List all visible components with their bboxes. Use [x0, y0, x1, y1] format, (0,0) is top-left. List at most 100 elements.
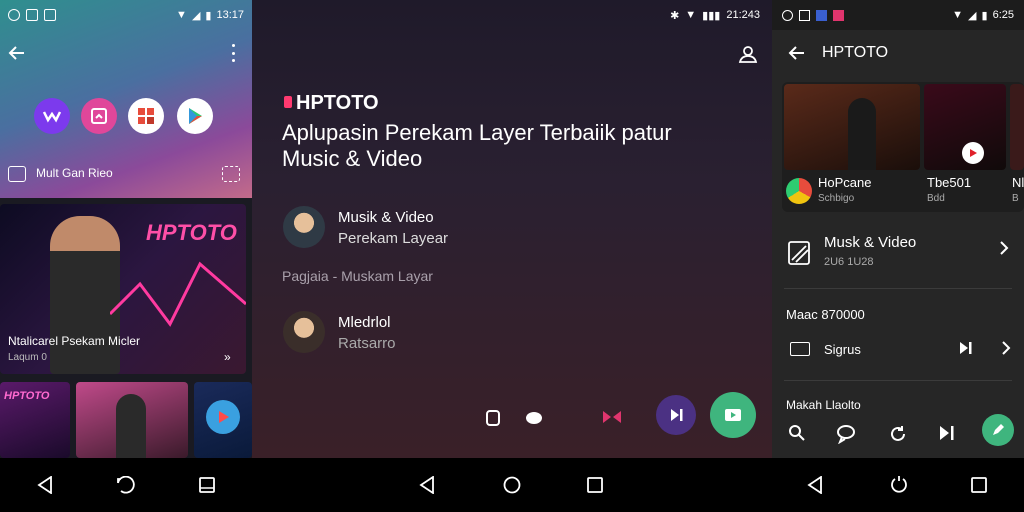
- status-time: 21:243: [726, 9, 760, 21]
- hero-video-card[interactable]: HPTOTO Ntalicarel Psekam Micler Laqum 0 …: [0, 204, 246, 374]
- nav-back-button[interactable]: [800, 470, 830, 500]
- carousel-card[interactable]: [924, 84, 1006, 170]
- status-bar: ▼ ◢ ▮ 6:25: [772, 0, 1024, 30]
- nav-home-button[interactable]: [884, 470, 914, 500]
- row1-sub: 2U6 1U28: [824, 256, 874, 268]
- card1-sub: Schbigo: [818, 193, 855, 204]
- record-fab-button[interactable]: [710, 392, 756, 438]
- brand-title: HPTOTO: [296, 92, 379, 114]
- app-shortcut-grid[interactable]: [128, 98, 164, 134]
- wifi-icon: ▼: [952, 9, 964, 21]
- battery-icon: ▮▮▮: [702, 9, 721, 22]
- page-title: HPTOTO: [822, 44, 889, 61]
- battery-icon: ▮: [205, 9, 212, 22]
- row3-title[interactable]: Makah Llaolto: [786, 398, 861, 412]
- app-shortcut-purple[interactable]: [34, 98, 70, 134]
- headline: Aplupasin Perekam Layer Terbaiik patur M…: [282, 120, 672, 171]
- music-icon: [788, 240, 812, 266]
- row1-title: Musk & Video: [824, 234, 917, 251]
- brand-logo-mark: [284, 96, 292, 108]
- status-bar: ▼ ◢ ▮ 13:17: [0, 0, 252, 30]
- thumbnail-text: HPTOTO: [4, 390, 50, 402]
- notification-icon: [816, 9, 827, 21]
- notification-icon: [833, 9, 844, 21]
- app-shortcut-pink[interactable]: [81, 98, 117, 134]
- carousel-card[interactable]: [1010, 84, 1024, 170]
- back-button[interactable]: [786, 42, 808, 64]
- wifi-icon: ▼: [685, 9, 697, 21]
- card3-title[interactable]: Nl: [1012, 175, 1024, 190]
- screenshot-icon[interactable]: [222, 166, 240, 182]
- edit-fab-button[interactable]: [982, 414, 1014, 446]
- tool-icon[interactable]: [486, 410, 500, 426]
- status-bar: ✱ ▼ ▮▮▮ 21:243: [252, 0, 772, 30]
- chat-icon[interactable]: [836, 424, 856, 444]
- avatar: [283, 206, 325, 248]
- skip-icon[interactable]: [958, 340, 974, 356]
- bluetooth-icon: ✱: [670, 9, 680, 22]
- hero-neon-line: [110, 261, 246, 327]
- play-icon[interactable]: [206, 400, 240, 434]
- hero-subcaption: Laqum 0: [8, 352, 47, 363]
- section-label: Maac 870000: [786, 307, 865, 322]
- item2-line2: Ratsarro: [338, 335, 396, 352]
- thumbnail-card[interactable]: [76, 382, 188, 458]
- play-icon[interactable]: [962, 142, 984, 164]
- notification-icon: [782, 9, 793, 21]
- bowtie-icon[interactable]: [602, 410, 622, 424]
- camera-icon[interactable]: [8, 166, 26, 182]
- notification-icon: [8, 9, 20, 21]
- cast-icon: [790, 342, 810, 356]
- search-icon[interactable]: [788, 424, 806, 442]
- skip-icon[interactable]: [938, 424, 956, 442]
- hero-title: HPTOTO: [146, 220, 237, 245]
- nav-back-button[interactable]: [30, 470, 60, 500]
- item2-line1[interactable]: Mledrlol: [338, 314, 391, 331]
- thumbnail-card[interactable]: [194, 382, 252, 458]
- section-label: Pagjaia - Muskam Layar: [282, 268, 433, 284]
- app-bar: [772, 30, 1024, 76]
- row2-title: Sigrus: [824, 342, 861, 357]
- fast-forward-icon[interactable]: »: [224, 350, 231, 364]
- nav-return-button[interactable]: [110, 470, 140, 500]
- nav-back-button[interactable]: [412, 470, 442, 500]
- skip-button[interactable]: [656, 395, 696, 435]
- thumbnail-card[interactable]: HPTOTO: [0, 382, 70, 458]
- battery-icon: ▮: [981, 9, 988, 22]
- status-time: 6:25: [992, 9, 1014, 21]
- nav-recents-button[interactable]: [192, 470, 222, 500]
- item1-line1[interactable]: Musik & Video: [338, 209, 434, 226]
- media-label: Mult Gan Rieo: [36, 166, 113, 180]
- panel-center: ✱ ▼ ▮▮▮ 21:243 HPTOTO Aplupasin Perekam …: [252, 0, 772, 458]
- divider: [784, 288, 1012, 289]
- panel-left: ▼ ◢ ▮ 13:17 Mult Gan Rieo HPTOTO Ntalica…: [0, 0, 252, 458]
- refresh-icon[interactable]: [888, 424, 908, 444]
- signal-icon: ◢: [191, 9, 201, 22]
- card2-title[interactable]: Tbe501: [927, 175, 971, 190]
- chrome-icon: [786, 178, 812, 204]
- signal-icon: ◢: [968, 9, 977, 22]
- eye-icon[interactable]: [526, 412, 542, 424]
- status-time: 13:17: [216, 9, 244, 21]
- divider: [784, 380, 1012, 381]
- card1-title[interactable]: HoPcane: [818, 175, 871, 190]
- carousel-card[interactable]: [784, 84, 920, 170]
- panel-right: ▼ ◢ ▮ 6:25 HPTOTO HoPcane Schbigo Tbe501…: [772, 0, 1024, 458]
- item1-line2: Perekam Layear: [338, 230, 449, 247]
- back-button[interactable]: [6, 42, 28, 64]
- notification-icon: [26, 9, 38, 21]
- avatar: [283, 311, 325, 353]
- notification-icon: [799, 9, 810, 21]
- account-icon[interactable]: [738, 44, 758, 64]
- overflow-menu-icon[interactable]: [228, 44, 238, 62]
- chevron-right-icon[interactable]: [998, 240, 1010, 256]
- nav-recents-button[interactable]: [964, 470, 994, 500]
- nav-recents-button[interactable]: [580, 470, 610, 500]
- chevron-right-icon[interactable]: [1000, 340, 1012, 356]
- card3-sub: B: [1012, 193, 1019, 204]
- poster-figure: [848, 98, 876, 170]
- card2-sub: Bdd: [927, 193, 945, 204]
- nav-home-button[interactable]: [497, 470, 527, 500]
- play-store-icon[interactable]: [177, 98, 213, 134]
- wifi-icon: ▼: [176, 9, 187, 21]
